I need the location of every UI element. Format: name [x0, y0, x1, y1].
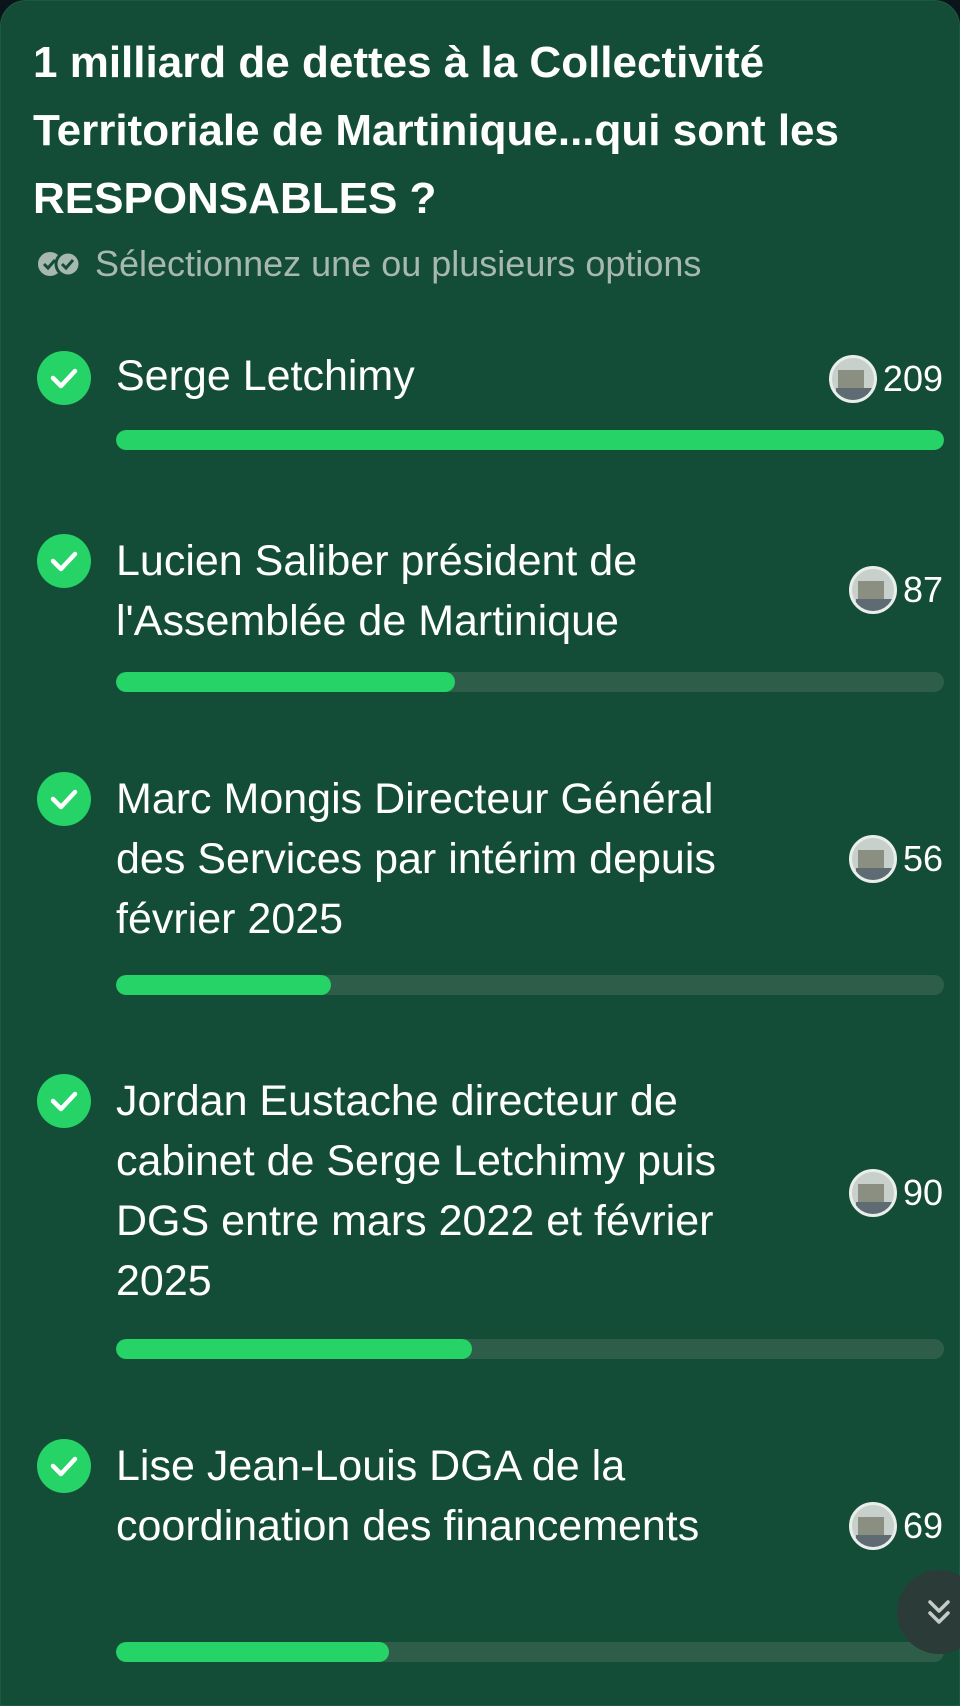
progress-track — [116, 672, 944, 692]
voters[interactable]: 56 — [848, 835, 943, 883]
progress-fill — [116, 975, 332, 995]
option-label: Lise Jean-Louis DGA de la coordination d… — [116, 1442, 700, 1550]
check-circle-icon[interactable] — [37, 1074, 91, 1128]
option-label: Lucien Saliber président de l'Assemblée … — [116, 537, 638, 645]
check-circle-icon[interactable] — [37, 351, 91, 405]
vote-count: 90 — [902, 1172, 943, 1213]
avatar — [848, 1502, 897, 1550]
vote-count: 87 — [902, 569, 943, 610]
check-circle-icon[interactable] — [37, 1439, 91, 1493]
vote-count: 69 — [902, 1505, 943, 1546]
progress-fill — [116, 1339, 473, 1359]
progress-track — [116, 1339, 944, 1359]
check-circle-icon[interactable] — [37, 534, 91, 588]
voters[interactable]: 87 — [848, 566, 943, 614]
progress-fill — [116, 430, 944, 450]
vote-count: 56 — [902, 838, 943, 879]
avatar — [848, 566, 897, 614]
check-circle-icon[interactable] — [37, 772, 91, 826]
voters[interactable]: 90 — [848, 1169, 943, 1217]
double-chevron-down-icon — [928, 1600, 950, 1624]
poll-subtitle: Sélectionnez une ou plusieurs options — [95, 243, 702, 284]
progress-track — [116, 430, 944, 450]
progress-fill — [116, 1642, 390, 1662]
vote-count: 209 — [882, 358, 943, 399]
option-label: Jordan Eustache directeur de cabinet de … — [116, 1077, 716, 1305]
voters[interactable]: 209 — [828, 355, 943, 403]
multi-select-icon — [38, 250, 82, 278]
option-label: Serge Letchimy — [116, 352, 415, 400]
avatar — [848, 1169, 897, 1217]
progress-track — [116, 975, 944, 995]
voters[interactable]: 69 — [848, 1502, 943, 1550]
option-label: Marc Mongis Directeur Général des Servic… — [116, 775, 716, 943]
poll-title: 1 milliard de dettes à la Collectivité T… — [33, 38, 839, 223]
poll-subtitle-row: Sélectionnez une ou plusieurs options — [35, 241, 701, 287]
poll-bubble: 1 milliard de dettes à la Collectivité T… — [0, 0, 960, 1706]
avatar — [848, 835, 897, 883]
avatar — [828, 355, 877, 403]
progress-fill — [116, 672, 456, 692]
progress-track — [116, 1642, 944, 1662]
